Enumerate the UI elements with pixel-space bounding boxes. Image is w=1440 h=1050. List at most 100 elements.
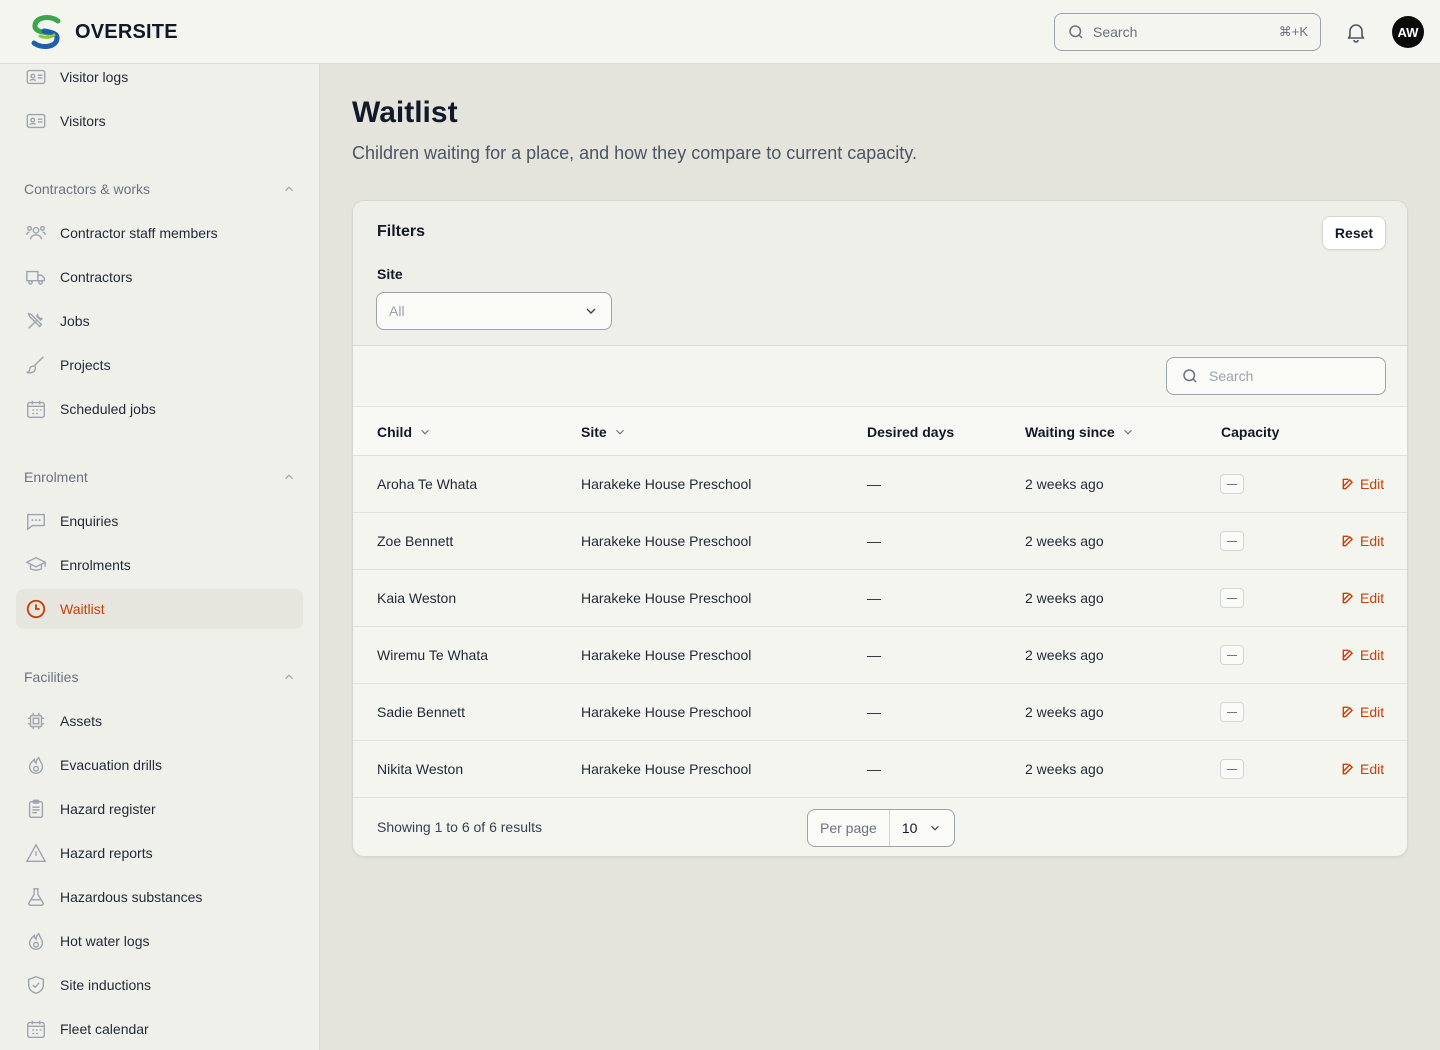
capacity-cell <box>1220 627 1244 683</box>
per-page-select[interactable]: Per page 10 <box>807 809 955 847</box>
site-cell: Harakeke House Preschool <box>581 590 752 606</box>
id-card-icon <box>24 109 48 133</box>
edit-button[interactable]: Edit <box>1341 684 1384 740</box>
capacity-badge <box>1220 645 1244 665</box>
edit-button[interactable]: Edit <box>1341 627 1384 683</box>
brand-logo[interactable]: OVERSITE <box>28 14 178 50</box>
sidebar-item-scheduled-jobs[interactable]: Scheduled jobs <box>16 389 303 429</box>
waitlist-card: Filters Reset Site All Search Child Site… <box>352 200 1408 857</box>
clipboard-icon <box>24 797 48 821</box>
sidebar-item-contractor-staff[interactable]: Contractor staff members <box>16 213 303 253</box>
sidebar-item-enrolments[interactable]: Enrolments <box>16 545 303 585</box>
sidebar-item-evacuation-drills[interactable]: Evacuation drills <box>16 745 303 785</box>
sidebar-item-label: Visitor logs <box>60 69 129 85</box>
site-cell: Harakeke House Preschool <box>581 704 752 720</box>
users-icon <box>24 221 48 245</box>
per-page-value-wrap: 10 <box>890 820 954 836</box>
sidebar-item-waitlist[interactable]: Waitlist <box>16 589 303 629</box>
sidebar-item-hot-water-logs[interactable]: Hot water logs <box>16 921 303 961</box>
edit-label: Edit <box>1360 704 1385 720</box>
edit-icon <box>1342 763 1354 775</box>
sidebar-item-visitor-logs[interactable]: Visitor logs <box>16 64 303 97</box>
child-cell: Zoe Bennett <box>377 533 454 549</box>
sidebar-group-contractors[interactable]: Contractors & works <box>24 181 296 197</box>
top-bar: OVERSITE Search ⌘+K AW <box>0 0 1440 64</box>
child-cell: Sadie Bennett <box>377 704 465 720</box>
site-cell: Harakeke House Preschool <box>581 533 752 549</box>
filters-title: Filters <box>377 223 426 240</box>
edit-button[interactable]: Edit <box>1341 456 1384 512</box>
table-search-input[interactable]: Search <box>1166 357 1386 395</box>
id-card-icon <box>24 65 48 89</box>
edit-label: Edit <box>1360 533 1385 549</box>
column-header-waiting-since[interactable]: Waiting since <box>1025 407 1135 456</box>
search-icon <box>1069 25 1083 39</box>
waiting-since-cell: 2 weeks ago <box>1025 647 1104 663</box>
column-header-capacity: Capacity <box>1221 407 1279 456</box>
waiting-since-cell: 2 weeks ago <box>1025 476 1104 492</box>
per-page-label: Per page <box>808 810 890 846</box>
column-header-site[interactable]: Site <box>581 407 627 456</box>
site-filter-select[interactable]: All <box>376 292 612 330</box>
user-avatar[interactable]: AW <box>1392 16 1424 48</box>
brand-name: OVERSITE <box>75 20 178 43</box>
chevron-up-icon <box>285 674 293 680</box>
pagination-summary: Showing 1 to 6 of 6 results <box>377 819 542 835</box>
edit-icon <box>1342 649 1354 661</box>
desired-days-cell: — <box>867 590 881 606</box>
edit-button[interactable]: Edit <box>1341 570 1384 626</box>
global-search-input[interactable]: Search ⌘+K <box>1054 13 1321 51</box>
sidebar-item-hazard-reports[interactable]: Hazard reports <box>16 833 303 873</box>
edit-button[interactable]: Edit <box>1341 741 1384 797</box>
waiting-since-cell: 2 weeks ago <box>1025 704 1104 720</box>
capacity-cell <box>1220 570 1244 626</box>
sidebar-item-assets[interactable]: Assets <box>16 701 303 741</box>
sidebar-item-label: Jobs <box>60 313 90 329</box>
sidebar-item-label: Projects <box>60 357 111 373</box>
reset-button[interactable]: Reset <box>1322 216 1386 250</box>
search-placeholder: Search <box>1093 24 1138 40</box>
edit-icon <box>1342 535 1354 547</box>
desired-days-cell: — <box>867 476 881 492</box>
sidebar-item-label: Evacuation drills <box>60 757 162 773</box>
sidebar-item-fleet-calendar[interactable]: Fleet calendar <box>16 1009 303 1049</box>
table-search-placeholder: Search <box>1209 368 1254 384</box>
sidebar-item-site-inductions[interactable]: Site inductions <box>16 965 303 1005</box>
sidebar-group-enrolment[interactable]: Enrolment <box>24 469 296 485</box>
fire-icon <box>24 929 48 953</box>
sidebar-group-facilities[interactable]: Facilities <box>24 669 296 685</box>
sidebar-item-hazard-register[interactable]: Hazard register <box>16 789 303 829</box>
sidebar-item-label: Hot water logs <box>60 933 150 949</box>
sidebar-item-hazardous-substances[interactable]: Hazardous substances <box>16 877 303 917</box>
capacity-cell <box>1220 513 1244 569</box>
bell-icon[interactable] <box>1344 20 1368 44</box>
shield-check-icon <box>24 973 48 997</box>
sidebar-item-label: Visitors <box>60 113 106 129</box>
per-page-value: 10 <box>901 820 918 836</box>
sidebar-item-visitors[interactable]: Visitors <box>16 101 303 141</box>
sidebar-item-contractors[interactable]: Contractors <box>16 257 303 297</box>
column-header-desired-days: Desired days <box>867 407 954 456</box>
search-shortcut: ⌘+K <box>1278 24 1308 39</box>
sidebar-item-jobs[interactable]: Jobs <box>16 301 303 341</box>
sidebar-group-label: Enrolment <box>24 469 88 485</box>
column-header-label: Capacity <box>1221 423 1280 440</box>
site-filter-value: All <box>389 303 405 319</box>
tools-icon <box>24 309 48 333</box>
capacity-badge <box>1220 531 1244 551</box>
flask-icon <box>24 885 48 909</box>
paintbrush-icon <box>24 353 48 377</box>
capacity-badge <box>1220 588 1244 608</box>
sidebar-group-label: Contractors & works <box>24 181 151 197</box>
capacity-cell <box>1220 684 1244 740</box>
column-header-child[interactable]: Child <box>377 407 432 456</box>
graduation-cap-icon <box>24 553 48 577</box>
chevron-down-icon <box>421 429 429 435</box>
sidebar-item-projects[interactable]: Projects <box>16 345 303 385</box>
sidebar-item-enquiries[interactable]: Enquiries <box>16 501 303 541</box>
site-cell: Harakeke House Preschool <box>581 761 752 777</box>
table-row: Kaia Weston Harakeke House Preschool — 2… <box>353 570 1407 627</box>
edit-button[interactable]: Edit <box>1341 513 1384 569</box>
table-row: Wiremu Te Whata Harakeke House Preschool… <box>353 627 1407 684</box>
edit-label: Edit <box>1360 647 1385 663</box>
